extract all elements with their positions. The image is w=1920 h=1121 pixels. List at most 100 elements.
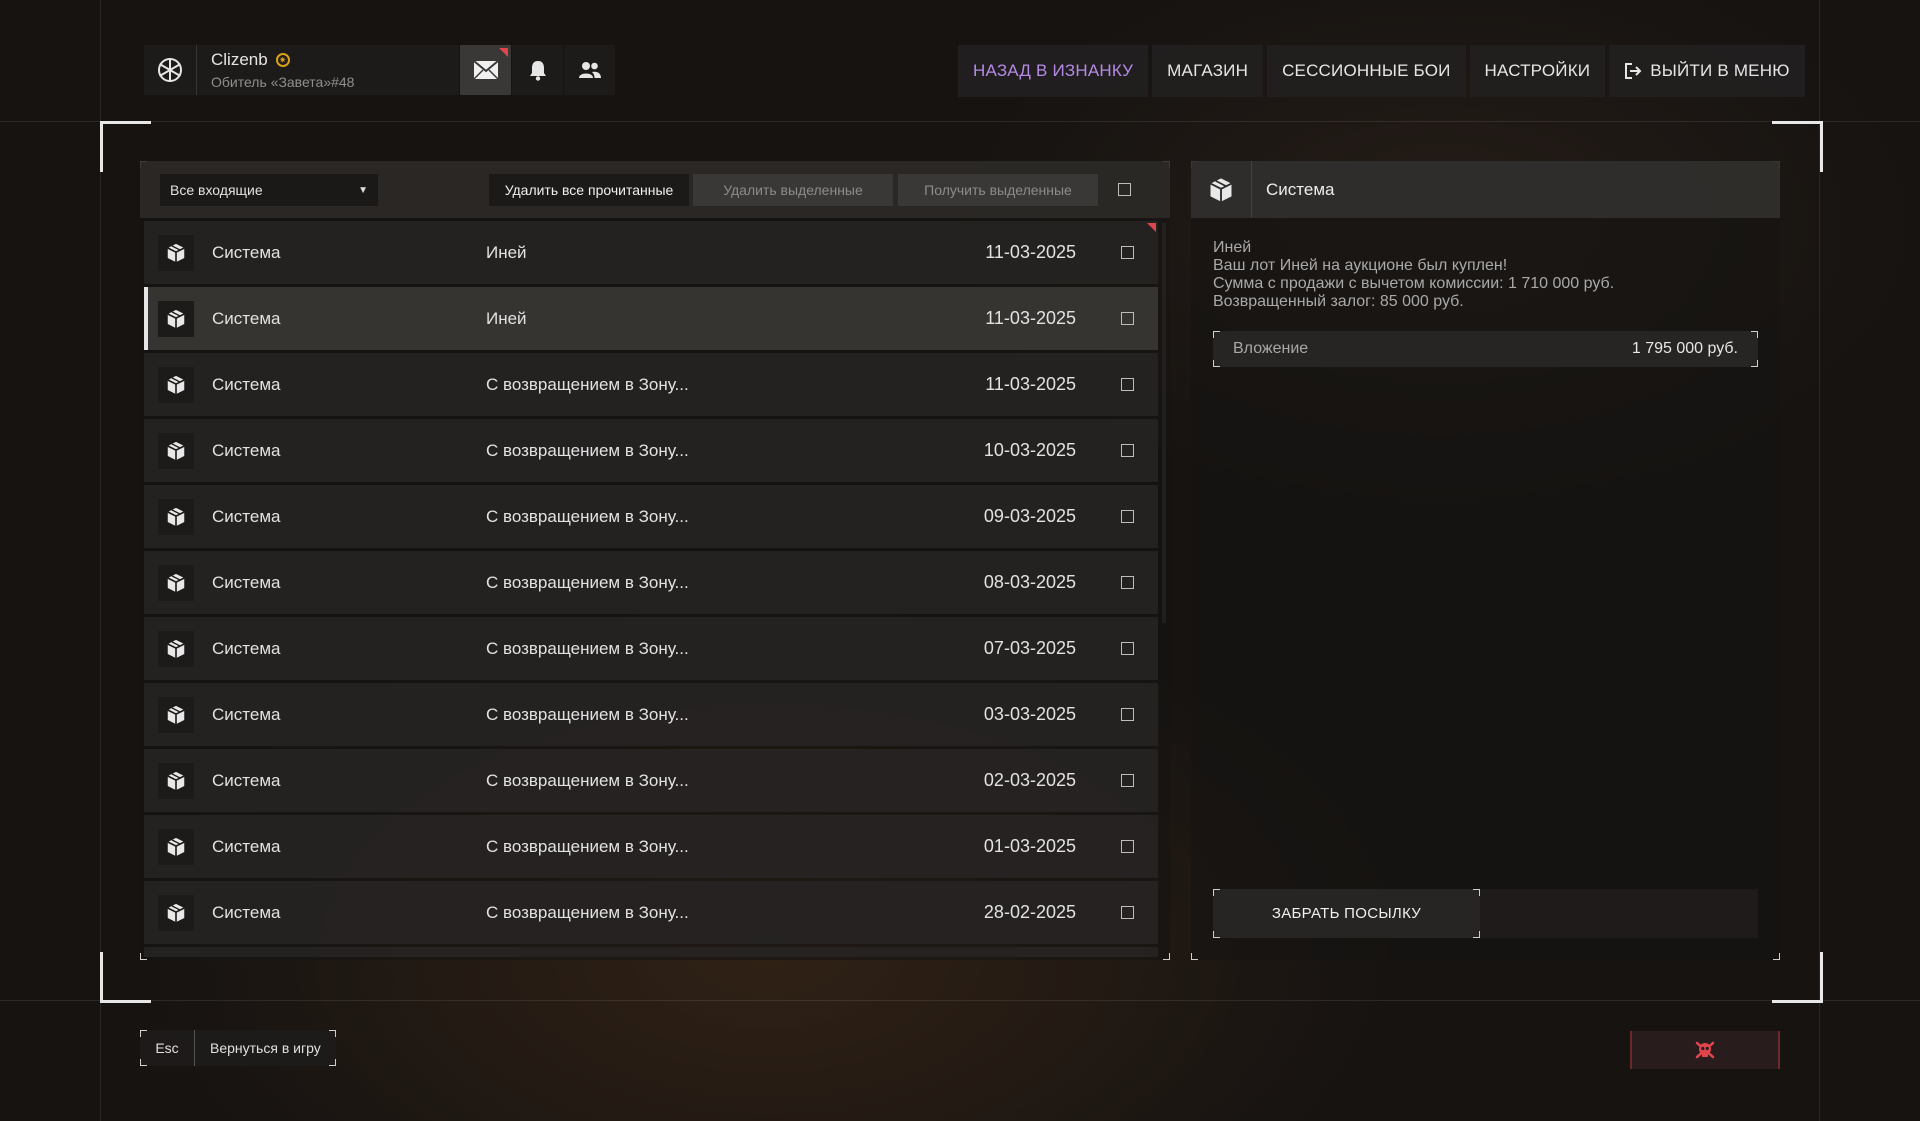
message-sender: Система (212, 836, 281, 856)
message-checkbox[interactable] (1121, 444, 1134, 457)
user-name: Clizenb (211, 50, 268, 69)
danger-button[interactable] (1630, 1031, 1780, 1069)
box-icon (158, 367, 194, 403)
message-date: 02-03-2025 (983, 770, 1076, 790)
chevron-down-icon: ▼ (358, 184, 368, 196)
message-subject: С возвращением в Зону... (486, 902, 689, 922)
list-scrollbar[interactable] (1162, 223, 1166, 623)
return-to-game-label: Вернуться в игру (195, 1030, 336, 1066)
message-subject: С возвращением в Зону... (486, 572, 689, 592)
receive-selected-button[interactable]: Получить выделенные (898, 174, 1098, 206)
box-icon (158, 565, 194, 601)
message-row[interactable]: Система С возвращением в Зону... 09-03-202… (144, 485, 1158, 548)
message-checkbox[interactable] (1121, 708, 1134, 721)
message-row[interactable]: Система С возвращением в Зону... 02-03-202… (144, 749, 1158, 812)
friends-button[interactable] (564, 45, 615, 95)
nav-shop[interactable]: МАГАЗИН (1152, 45, 1264, 97)
exit-icon (1625, 63, 1642, 79)
notifications-button[interactable] (512, 45, 563, 95)
new-mail-flag (499, 48, 508, 57)
message-row[interactable]: Система С возвращением в Зону... 10-03-202… (144, 419, 1158, 482)
box-icon (158, 895, 194, 931)
message-checkbox[interactable] (1121, 312, 1134, 325)
mail-button[interactable] (460, 45, 511, 95)
claim-progress-bar (1480, 889, 1758, 938)
message-sender: Система (212, 308, 281, 328)
message-sender: Система (212, 506, 281, 526)
detail-header: Система (1191, 161, 1780, 218)
message-row[interactable]: Система С возвращением в Зону... 07-03-202… (144, 617, 1158, 680)
message-date: 09-03-2025 (983, 506, 1076, 526)
frame-line (0, 121, 1920, 122)
box-icon (158, 235, 194, 271)
message-date: 08-03-2025 (983, 572, 1076, 592)
box-corner (1213, 889, 1220, 896)
message-subject: С возвращением в Зону... (486, 440, 689, 460)
message-body: Иней Ваш лот Иней на аукционе был куплен… (1213, 239, 1614, 311)
message-row[interactable]: Система Иней 11-03-2025 (144, 221, 1158, 284)
nav-exit-label: ВЫЙТИ В МЕНЮ (1650, 61, 1790, 80)
box-corner (140, 1030, 147, 1037)
message-checkbox[interactable] (1121, 576, 1134, 589)
esc-key: Esc (140, 1030, 195, 1066)
message-checkbox[interactable] (1121, 510, 1134, 523)
message-checkbox[interactable] (1121, 246, 1134, 259)
message-subject: С возвращением в Зону... (486, 374, 689, 394)
user-panel[interactable]: Clizenb ✷ Обитель «Завета»#48 (144, 45, 459, 95)
message-sender: Система (212, 902, 281, 922)
box-corner (1213, 331, 1220, 338)
message-row[interactable]: Система С возвращением в Зону... 28-02-202… (144, 881, 1158, 944)
user-rank: Обитель «Завета»#48 (211, 74, 355, 90)
delete-selected-button[interactable]: Удалить выделенные (693, 174, 893, 206)
nav-exit-to-menu[interactable]: ВЫЙТИ В МЕНЮ (1609, 45, 1805, 97)
return-to-game-control[interactable]: Esc Вернуться в игру (140, 1030, 336, 1066)
message-row-partial (144, 947, 1158, 957)
message-sender: Система (212, 638, 281, 658)
message-line: Ваш лот Иней на аукционе был куплен! (1213, 257, 1508, 274)
box-corner (328, 1059, 336, 1066)
message-checkbox[interactable] (1121, 642, 1134, 655)
message-checkbox[interactable] (1121, 774, 1134, 787)
nav-settings[interactable]: НАСТРОЙКИ (1469, 45, 1606, 97)
message-row[interactable]: Система С возвращением в Зону... 01-03-202… (144, 815, 1158, 878)
inbox-panel: Все входящие ▼ Удалить все прочитанные У… (140, 161, 1170, 960)
box-corner (1213, 360, 1220, 367)
message-detail-panel: Система Иней Ваш лот Иней на аукционе бы… (1191, 161, 1780, 960)
message-sender: Система (212, 572, 281, 592)
nav-back-to-underside[interactable]: НАЗАД В ИЗНАНКУ (958, 45, 1149, 97)
box-corner (1751, 331, 1758, 338)
message-date: 01-03-2025 (983, 836, 1076, 856)
select-all-checkbox[interactable] (1118, 183, 1131, 196)
panel-corner (1163, 953, 1170, 960)
inbox-toolbar: Все входящие ▼ Удалить все прочитанные У… (140, 161, 1170, 218)
message-line: Сумма с продажи с вычетом комиссии: 1 71… (1213, 275, 1615, 292)
box-corner (328, 1030, 336, 1037)
message-row[interactable]: Система С возвращением в Зону... 08-03-202… (144, 551, 1158, 614)
box-icon (1191, 161, 1252, 218)
message-checkbox[interactable] (1121, 906, 1134, 919)
message-subject: С возвращением в Зону... (486, 770, 689, 790)
panel-corner (1191, 953, 1198, 960)
message-sender: Система (212, 704, 281, 724)
box-corner (1751, 360, 1758, 367)
panel-corner (1773, 953, 1780, 960)
message-checkbox[interactable] (1121, 378, 1134, 391)
message-line: Иней (1213, 239, 1252, 256)
message-row[interactable]: Система Иней 11-03-2025 (144, 287, 1158, 350)
box-icon (158, 301, 194, 337)
attachment-value: 1 795 000 руб. (1631, 340, 1738, 357)
message-checkbox[interactable] (1121, 840, 1134, 853)
message-row[interactable]: Система С возвращением в Зону... 03-03-202… (144, 683, 1158, 746)
message-sender: Система (212, 440, 281, 460)
message-subject: Иней (486, 308, 527, 328)
nav-session-battles[interactable]: СЕССИОННЫЕ БОИ (1267, 45, 1466, 97)
claim-parcel-label: ЗАБРАТЬ ПОСЫЛКУ (1271, 905, 1422, 922)
message-date: 10-03-2025 (983, 440, 1076, 460)
message-row[interactable]: Система С возвращением в Зону... 11-03-202… (144, 353, 1158, 416)
box-corner (1473, 889, 1480, 896)
inbox-filter-select[interactable]: Все входящие ▼ (160, 174, 378, 206)
delete-all-read-button[interactable]: Удалить все прочитанные (489, 174, 689, 206)
frame-line (0, 1000, 1920, 1001)
message-list: Система Иней 11-03-2025 Система Иней 11-03-20… (144, 221, 1158, 957)
claim-parcel-button[interactable]: ЗАБРАТЬ ПОСЫЛКУ (1213, 889, 1480, 938)
